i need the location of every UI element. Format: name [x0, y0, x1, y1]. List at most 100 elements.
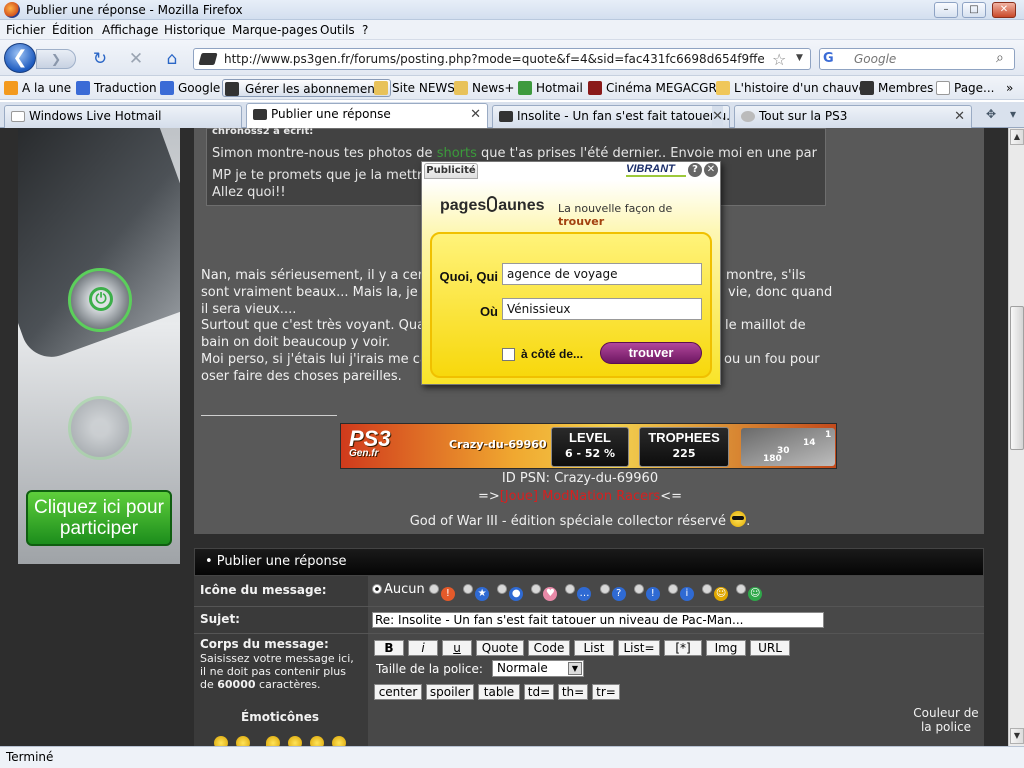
search-input[interactable] [854, 50, 990, 68]
icon-radio[interactable] [565, 584, 576, 594]
minimize-button[interactable]: – [934, 2, 958, 18]
a-cote-de-checkbox[interactable] [502, 348, 515, 361]
new-tab-icon[interactable]: ✥ [980, 107, 1002, 127]
page-icon [936, 81, 950, 95]
menu-historique[interactable]: Historique [164, 23, 226, 37]
form-divider [194, 606, 984, 607]
icon-radio[interactable] [736, 584, 747, 594]
scroll-up-icon[interactable]: ▲ [1010, 129, 1024, 145]
font-size-select[interactable]: Normale ▼ [492, 660, 584, 677]
subject-input[interactable]: Re: Insolite - Un fan s'est fait tatouer… [372, 612, 824, 628]
underline-button[interactable]: u [442, 640, 472, 656]
bookmark-hotmail[interactable]: Hotmail [518, 79, 583, 97]
icon-radio[interactable] [599, 584, 610, 594]
stop-icon[interactable]: ✕ [126, 49, 146, 69]
close-tab-icon[interactable]: ✕ [470, 104, 481, 125]
tab-insolite[interactable]: Insolite - Un fan s'est fait tatouer u..… [492, 105, 730, 128]
bookmark-histoire-chauve[interactable]: L'histoire d'un chauve [716, 79, 866, 97]
emoticons-label: Émoticônes [241, 710, 319, 724]
back-button[interactable]: ❮ [4, 43, 36, 73]
scroll-down-icon[interactable]: ▼ [1010, 728, 1024, 744]
tab-list-icon[interactable]: ▾ [1004, 107, 1022, 127]
heart-icon: ♥ [543, 587, 558, 601]
icon-radio[interactable] [702, 584, 713, 594]
list-item-button[interactable]: [*] [664, 640, 702, 656]
th-button[interactable]: th= [558, 684, 588, 700]
smiley-icon[interactable] [236, 736, 250, 746]
smiley-icon[interactable] [332, 736, 346, 746]
table-button[interactable]: table [478, 684, 520, 700]
a-cote-de-label: à côté de... [521, 347, 584, 361]
tr-button[interactable]: tr= [592, 684, 620, 700]
maximize-button[interactable]: □ [962, 2, 986, 18]
icon-radio[interactable] [497, 584, 508, 594]
tab-publier-reponse[interactable]: Publier une réponse ✕ [246, 103, 488, 129]
bookmark-traduction[interactable]: Traduction [76, 79, 157, 97]
google-icon [160, 81, 174, 95]
list-equals-button[interactable]: List= [618, 640, 660, 656]
vertical-scrollbar[interactable]: ▲ ▼ [1008, 128, 1024, 746]
scroll-thumb[interactable] [1010, 306, 1024, 450]
icon-radio[interactable] [633, 584, 644, 594]
url-button[interactable]: URL [750, 640, 790, 656]
menu-fichier[interactable]: Fichier [6, 23, 45, 37]
close-popup-icon[interactable]: ✕ [704, 163, 718, 177]
icon-radio[interactable] [667, 584, 678, 594]
bookmark-a-la-une[interactable]: A la une [4, 79, 71, 97]
ou-input[interactable]: Vénissieux [502, 298, 702, 320]
url-dropdown-icon[interactable]: ▼ [796, 53, 803, 63]
smiley-icon[interactable] [310, 736, 324, 746]
bookmark-site-news[interactable]: Site NEWS [374, 79, 455, 97]
bookmark-news-plus[interactable]: News+ [454, 79, 514, 97]
icon-radio[interactable] [428, 584, 439, 594]
close-window-button[interactable]: ✕ [992, 2, 1016, 18]
menu-affichage[interactable]: Affichage [102, 23, 158, 37]
smiley-icon[interactable] [214, 736, 228, 746]
forward-button[interactable]: ❯ [36, 49, 76, 69]
quote-button[interactable]: Quote [476, 640, 524, 656]
tab-hotmail[interactable]: Windows Live Hotmail [4, 105, 242, 128]
trouver-button[interactable]: trouver [600, 342, 702, 364]
td-button[interactable]: td= [524, 684, 554, 700]
list-button[interactable]: List [574, 640, 614, 656]
bookmarks-overflow-icon[interactable]: » [1006, 79, 1013, 97]
menu-edition[interactable]: Édition [52, 23, 94, 37]
menu-help[interactable]: ? [362, 23, 368, 37]
icon-radio[interactable] [463, 584, 474, 594]
url-bar[interactable]: http://www.ps3gen.fr/forums/posting.php?… [193, 48, 811, 70]
site-favicon [198, 53, 218, 65]
italic-button[interactable]: i [408, 640, 438, 656]
smiley-icon[interactable] [288, 736, 302, 746]
bookmark-star-icon[interactable]: ☆ [772, 50, 786, 69]
psn-card-banner[interactable]: PS3 Gen.fr Crazy-du-69960 LEVEL 6 - 52 % … [340, 423, 837, 469]
close-tab-icon[interactable]: ✕ [954, 106, 965, 127]
close-tab-icon[interactable]: ✕ [712, 106, 723, 127]
search-bar[interactable]: G ⌕ [819, 48, 1015, 70]
google-icon[interactable]: G [823, 51, 851, 67]
search-icon[interactable]: ⌕ [996, 50, 1004, 66]
icon-radio-none[interactable] [372, 584, 382, 594]
quoi-qui-input[interactable]: agence de voyage [502, 263, 702, 285]
advert-popup[interactable]: Publicité VIBRANT ? ✕ pages aunes La nouv… [421, 161, 721, 385]
bookmark-cinema[interactable]: Cinéma MEGACGR [588, 79, 717, 97]
icon-radio[interactable] [531, 584, 542, 594]
bookmark-page[interactable]: Page... [936, 79, 995, 97]
url-text[interactable]: http://www.ps3gen.fr/forums/posting.php?… [224, 52, 764, 66]
advert-banner-laptop[interactable]: ⏻ Cliquez ici pour participer [18, 128, 180, 564]
home-icon[interactable]: ⌂ [162, 49, 182, 69]
reload-icon[interactable]: ↻ [90, 49, 110, 69]
img-button[interactable]: Img [706, 640, 746, 656]
bold-button[interactable]: B [374, 640, 404, 656]
bookmark-gerer-abonnements[interactable]: Gérer les abonnements [222, 79, 391, 97]
tab-tout-sur-ps3[interactable]: Tout sur la PS3 ✕ [734, 105, 972, 128]
pacman-smiley-icon[interactable] [266, 736, 280, 746]
menu-outils[interactable]: Outils [320, 23, 355, 37]
cliquez-ici-button[interactable]: Cliquez ici pour participer [26, 490, 172, 546]
help-icon[interactable]: ? [688, 163, 702, 177]
code-button[interactable]: Code [528, 640, 570, 656]
bookmark-google[interactable]: Google [160, 79, 220, 97]
center-button[interactable]: center [374, 684, 422, 700]
bookmark-membres[interactable]: Membres [860, 79, 933, 97]
spoiler-button[interactable]: spoiler [426, 684, 474, 700]
menu-marque-pages[interactable]: Marque-pages [232, 23, 318, 37]
